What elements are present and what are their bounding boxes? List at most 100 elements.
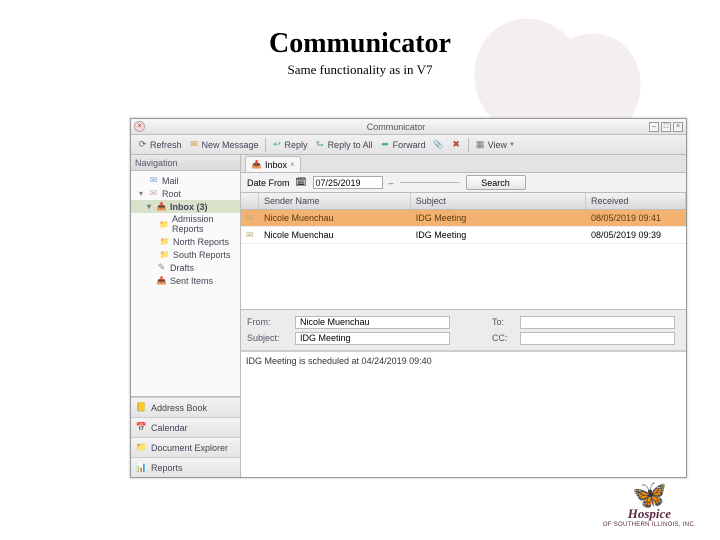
mail-icon (148, 175, 159, 186)
envelope-icon (246, 213, 254, 224)
sidebar: Navigation Mail ▾Root ▾Inbox (3) Admissi… (131, 155, 241, 477)
tab-close-icon[interactable]: × (290, 160, 295, 169)
document-label: Document Explorer (151, 443, 228, 453)
reports-button[interactable]: Reports (131, 457, 240, 477)
envelope-icon (246, 230, 254, 241)
subject-label: Subject: (247, 333, 289, 343)
folder-tree: Mail ▾Root ▾Inbox (3) Admission Reports … (131, 171, 240, 396)
hospice-logo: 🦋 Hospice OF SOUTHERN ILLINOIS, INC. (603, 484, 696, 528)
reply-button[interactable]: Reply (270, 138, 310, 151)
grid-header: Sender Name Subject Received (241, 193, 686, 210)
document-explorer-button[interactable]: Document Explorer (131, 437, 240, 457)
sent-icon (156, 275, 167, 286)
folder-icon (159, 236, 170, 247)
nav-header: Navigation (131, 155, 240, 171)
delete-icon (451, 139, 462, 150)
south-label: South Reports (173, 250, 231, 260)
message-row[interactable]: Nicole Muenchau IDG Meeting 08/05/2019 0… (241, 210, 686, 227)
row-sender: Nicole Muenchau (259, 210, 411, 226)
refresh-button[interactable]: Refresh (135, 138, 184, 151)
calendar-icon (136, 422, 147, 433)
date-to-separator: – (389, 178, 394, 188)
attachment-icon (433, 139, 444, 150)
south-node[interactable]: South Reports (131, 248, 240, 261)
admission-node[interactable]: Admission Reports (131, 213, 240, 235)
window-maximize[interactable]: □ (661, 122, 671, 132)
col-icon[interactable] (241, 193, 259, 209)
to-label: To: (492, 317, 514, 327)
forward-icon (380, 139, 391, 150)
row-received: 08/05/2019 09:41 (586, 210, 686, 226)
separator (265, 138, 266, 152)
message-list: Nicole Muenchau IDG Meeting 08/05/2019 0… (241, 210, 686, 310)
butterfly-icon: 🦋 (603, 484, 696, 506)
from-label: From: (247, 317, 289, 327)
sent-node[interactable]: Sent Items (131, 274, 240, 287)
reports-label: Reports (151, 463, 183, 473)
cc-label: CC: (492, 333, 514, 343)
main-panel: Inbox × Date From 🗓 – Search Sender Name… (241, 155, 686, 477)
refresh-icon (137, 139, 148, 150)
root-node[interactable]: ▾Root (131, 187, 240, 200)
new-message-button[interactable]: New Message (187, 138, 261, 151)
north-node[interactable]: North Reports (131, 235, 240, 248)
window-close-icon[interactable]: × (134, 121, 145, 132)
logo-sub: OF SOUTHERN ILLINOIS, INC. (603, 522, 696, 528)
reports-icon (136, 462, 147, 473)
app-window: × Communicator – □ × Refresh New Message… (130, 118, 687, 478)
inbox-icon (251, 159, 262, 170)
tab-label: Inbox (265, 160, 287, 170)
col-sender[interactable]: Sender Name (259, 193, 411, 209)
view-icon (475, 139, 486, 150)
window-minimize[interactable]: – (649, 122, 659, 132)
col-received[interactable]: Received (586, 193, 686, 209)
reply-all-icon (315, 139, 326, 150)
inbox-icon (156, 201, 167, 212)
sent-label: Sent Items (170, 276, 213, 286)
drafts-icon (156, 262, 167, 273)
to-value (520, 316, 675, 329)
row-received: 08/05/2019 09:39 (586, 227, 686, 243)
attachment-button[interactable] (431, 138, 446, 151)
logo-name: Hospice (603, 506, 696, 522)
inbox-node[interactable]: ▾Inbox (3) (131, 200, 240, 213)
subject-value: IDG Meeting (295, 332, 450, 345)
sidebar-bottom: Address Book Calendar Document Explorer … (131, 396, 240, 477)
date-from-input[interactable] (313, 176, 383, 189)
nav-header-label: Navigation (135, 158, 178, 168)
message-body: IDG Meeting is scheduled at 04/24/2019 0… (241, 351, 686, 477)
refresh-label: Refresh (150, 140, 182, 150)
search-button[interactable]: Search (466, 175, 526, 190)
row-sender: Nicole Muenchau (259, 227, 411, 243)
admission-label: Admission Reports (172, 214, 240, 234)
calendar-picker-icon[interactable]: 🗓 (296, 177, 307, 188)
preview-pane: From: Nicole Muenchau To: Subject: IDG M… (241, 310, 686, 477)
drafts-node[interactable]: Drafts (131, 261, 240, 274)
address-book-icon (136, 402, 147, 413)
view-menu[interactable]: View▼ (473, 138, 517, 151)
root-icon (148, 188, 159, 199)
row-subject: IDG Meeting (411, 210, 586, 226)
window-close[interactable]: × (673, 122, 683, 132)
inbox-label: Inbox (3) (170, 202, 208, 212)
separator (468, 138, 469, 152)
mail-node[interactable]: Mail (131, 174, 240, 187)
inbox-tab[interactable]: Inbox × (245, 156, 301, 172)
address-book-label: Address Book (151, 403, 207, 413)
reply-all-button[interactable]: Reply to All (313, 138, 375, 151)
col-subject[interactable]: Subject (411, 193, 586, 209)
toolbar: Refresh New Message Reply Reply to All F… (131, 135, 686, 155)
delete-button[interactable] (449, 138, 464, 151)
reply-all-label: Reply to All (328, 140, 373, 150)
forward-button[interactable]: Forward (378, 138, 428, 151)
document-icon (136, 442, 147, 453)
message-row[interactable]: Nicole Muenchau IDG Meeting 08/05/2019 0… (241, 227, 686, 244)
calendar-button[interactable]: Calendar (131, 417, 240, 437)
address-book-button[interactable]: Address Book (131, 397, 240, 417)
forward-label: Forward (393, 140, 426, 150)
folder-icon (159, 219, 169, 230)
new-message-icon (189, 139, 200, 150)
date-to-placeholder (400, 182, 460, 183)
window-title: Communicator (145, 122, 647, 132)
chevron-down-icon: ▼ (509, 142, 515, 148)
